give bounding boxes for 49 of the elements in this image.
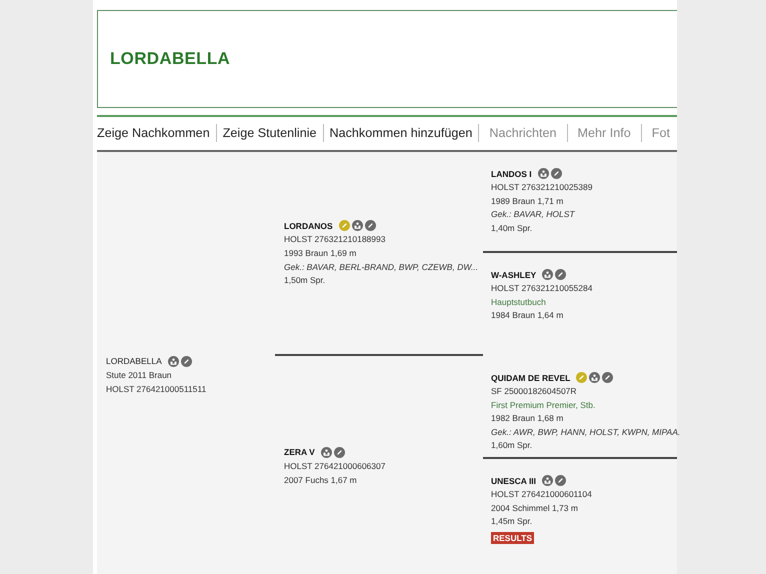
horse-detail: HOLST 276421000601104 bbox=[491, 488, 592, 501]
horse-name[interactable]: LORDANOS bbox=[284, 220, 333, 231]
horse-detail: 1989 Braun 1,71 m bbox=[491, 194, 564, 208]
horse-detail: Stute 2011 Braun bbox=[106, 368, 173, 382]
horse-name[interactable]: LORDABELLA bbox=[106, 356, 162, 366]
approval-text: Gek.: AWR, BWP, HANN, HOLST, KWPN, MIPAA. bbox=[491, 426, 680, 439]
edit-icon[interactable] bbox=[550, 168, 562, 179]
nav-tab[interactable]: Nachkommen hinzufügen bbox=[322, 124, 478, 142]
horse-detail: 1,40m Spr. bbox=[491, 222, 534, 235]
family-icon[interactable] bbox=[352, 220, 363, 232]
horse-detail: 1984 Braun 1,64 m bbox=[491, 309, 564, 322]
horse-detail: HOLST 276421000606307 bbox=[284, 460, 386, 473]
horse-detail: 1,50m Spr. bbox=[284, 274, 326, 288]
edit-icon[interactable] bbox=[180, 356, 192, 367]
family-icon[interactable] bbox=[589, 372, 600, 383]
horse-detail: 1993 Braun 1,69 m bbox=[284, 246, 358, 260]
nav-tab[interactable]: Zeige Stutenlinie bbox=[216, 124, 323, 142]
family-icon[interactable] bbox=[542, 475, 554, 486]
horse-detail: 1,60m Spr. bbox=[491, 439, 534, 452]
approval-text: Gek.: BAVAR, BERL-BRAND, BWP, CZEWB, DW... bbox=[284, 260, 478, 274]
family-icon[interactable] bbox=[542, 269, 554, 280]
family-icon[interactable] bbox=[538, 168, 549, 179]
horse-detail: SF 25000182604507R bbox=[491, 385, 578, 398]
horse-name[interactable]: W-ASHLEY bbox=[491, 270, 536, 280]
horse-detail: 1982 Braun 1,68 m bbox=[491, 412, 564, 426]
results-badge[interactable]: RESULTS bbox=[491, 532, 534, 544]
horse-detail: 2007 Fuchs 1,67 m bbox=[284, 474, 358, 486]
edit-icon[interactable] bbox=[555, 475, 566, 486]
edit-icon[interactable] bbox=[334, 446, 345, 458]
horse-detail: HOLST 276321210055284 bbox=[491, 282, 592, 295]
family-icon[interactable] bbox=[168, 356, 179, 367]
horse-detail: HOLST 276321210188993 bbox=[284, 233, 386, 246]
horse-detail: 2004 Schimmel 1,73 m bbox=[491, 502, 579, 515]
studbook-label: Hauptstutbuch bbox=[491, 296, 547, 309]
horse-title: LORDABELLA bbox=[110, 49, 230, 69]
nav-tab[interactable]: Zeige Nachkommen bbox=[97, 124, 216, 142]
horse-detail: HOLST 276321210025389 bbox=[491, 181, 592, 194]
horse-name[interactable]: ZERA V bbox=[284, 447, 315, 458]
approval-text: Gek.: BAVAR, HOLST bbox=[491, 208, 576, 222]
edit-icon[interactable] bbox=[555, 269, 566, 280]
horse-name[interactable]: UNESCA III bbox=[491, 476, 536, 486]
horse-detail: 1,45m Spr. bbox=[491, 515, 534, 528]
studbook-label: First Premium Premier, Stb. bbox=[491, 398, 596, 412]
family-icon[interactable] bbox=[320, 446, 332, 458]
horse-detail: HOLST 276421000511511 bbox=[106, 382, 206, 396]
edit-icon[interactable] bbox=[364, 220, 376, 232]
horse-name[interactable]: QUIDAM DE REVEL bbox=[491, 372, 570, 382]
edit-icon[interactable] bbox=[602, 372, 614, 383]
horse-name[interactable]: LANDOS I bbox=[491, 168, 532, 178]
